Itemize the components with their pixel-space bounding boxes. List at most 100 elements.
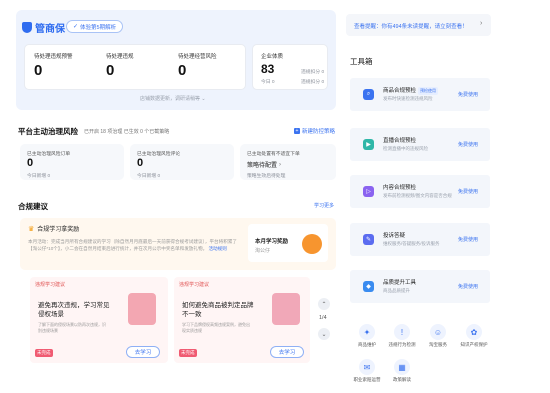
platform-card-value: 0	[27, 157, 34, 169]
tool-tag: 预检使用	[418, 86, 439, 95]
page-indicator: 1/4	[319, 315, 327, 321]
tool-use-button[interactable]: 免费使用	[458, 236, 478, 243]
recommend-card-1[interactable]: 违规学习建议 如何避免商品被判定品牌不一致 学习下品牌侵权高频违规案例，避免出现…	[174, 277, 310, 363]
tool-use-button[interactable]: 免费使用	[458, 141, 478, 148]
award-rules-link[interactable]: 活动规则	[208, 246, 226, 251]
status-badge: 未完成	[179, 349, 197, 357]
tool-desc: 发布前检测视频/图文内容是否合规	[383, 193, 452, 198]
quick-item-0[interactable]: ✦ 商品维护	[347, 324, 387, 348]
quick-label: 违规行为检测	[388, 342, 416, 347]
tool-0[interactable]: ⌕ 商品合规预检 预检使用 发布时快速检测违规风险 免费使用	[350, 78, 490, 111]
award-text-block: 本月活动：完成当月所有合规建议的学习（除自然月月底最后一天前获得合规考试建议），…	[28, 238, 240, 252]
chevron-down-icon: ⌄	[321, 331, 327, 338]
diamond-icon: ◆	[363, 281, 374, 292]
notice-banner-text: 查看提醒：你有494条未读提醒，请立刻查看！	[354, 24, 468, 30]
product-maintenance-icon: ✦	[359, 324, 375, 340]
learn-button[interactable]: 去学习	[270, 346, 304, 358]
recommend-title: 如何避免商品被判定品牌不一致	[182, 302, 254, 318]
stat-label: 待处理违规	[106, 54, 134, 60]
award-title: 合规学习拿奖励	[37, 227, 80, 233]
tool-use-button[interactable]: 免费使用	[458, 91, 478, 98]
stat-1[interactable]: 待处理违规 0	[106, 52, 166, 78]
award-reward-sub: 淘公仔	[255, 248, 271, 254]
quick-item-3[interactable]: ✿ 知识产权保护	[454, 324, 494, 348]
platform-card-value: 0	[137, 157, 144, 169]
learn-button[interactable]: 去学习	[126, 346, 160, 358]
tool-desc: 商品品质提升	[383, 288, 410, 293]
ip-protect-icon: ✿	[466, 324, 482, 340]
tool-1[interactable]: ▶ 直播合规预检 检测直播中的违规风险 免费使用	[350, 128, 490, 161]
quick-label: 商品维护	[358, 342, 376, 347]
platform-card-note: 策略生效后待处理	[247, 174, 286, 179]
experience-pill[interactable]: ✓ 体验第5期解析	[66, 20, 124, 33]
chevron-right-icon: ›	[480, 20, 483, 27]
quick-label: 知识产权保护	[460, 342, 488, 347]
quick-item-1[interactable]: ! 违规行为检测	[382, 324, 422, 348]
logo: 管商保	[22, 20, 65, 35]
video-icon: ▷	[363, 186, 374, 197]
stat-value: 0	[178, 62, 187, 79]
compliance-title: 合规建议	[18, 202, 48, 211]
quick-label: 淘宝服务	[429, 342, 447, 347]
status-badge: 未完成	[35, 349, 53, 357]
recommend-card-0[interactable]: 违规学习建议 避免再次违规，学习常见侵权场景 了解下面的侵权场景以防再次违规，识…	[30, 277, 168, 363]
score-label: 企业体质	[261, 54, 284, 60]
platform-summary: 已开启 18 项治理 已生效 0 个已截策略	[84, 129, 170, 135]
chevron-down-icon: ⌄	[201, 96, 206, 102]
crown-icon: ♛	[28, 225, 35, 233]
tool-use-button[interactable]: 免费使用	[458, 283, 478, 290]
claim-icon: ✉	[359, 359, 375, 375]
tool-name: 内容合规预检	[383, 185, 417, 191]
complaint-icon: ✎	[363, 234, 374, 245]
learn-more-link[interactable]: 学习更多	[314, 202, 334, 209]
check-icon: ✓	[73, 24, 79, 30]
quick-item-5[interactable]: ▦ 政策解读	[382, 359, 422, 383]
tool-3[interactable]: ✎ 投诉答疑 维权服务/答疑服务/投诉服务 免费使用	[350, 223, 490, 256]
platform-title: 平台主动治理风险	[18, 127, 78, 136]
tool-4[interactable]: ◆ 品质提升工具 商品品质提升 免费使用	[350, 270, 490, 303]
tool-desc: 发布时快速检测违规风险	[383, 96, 433, 101]
update-notice: 店铺数据更新，调研请稍等 ⌄	[140, 95, 206, 102]
next-page-button[interactable]: ⌄	[318, 328, 330, 340]
strategy-config-link[interactable]: 策略待配置 ›	[247, 160, 282, 170]
quick-item-2[interactable]: ☺ 淘宝服务	[418, 324, 458, 348]
stat-label: 待处理违规预警	[34, 54, 73, 60]
book-icon	[128, 293, 156, 325]
chevron-right-icon: ›	[279, 161, 282, 168]
quick-label: 政策解读	[393, 377, 411, 382]
stat-value: 0	[34, 62, 43, 79]
update-notice-text: 店铺数据更新，调研请稍等	[140, 96, 201, 102]
quick-item-4[interactable]: ✉ 职业索赔运营	[347, 359, 387, 383]
stat-0[interactable]: 待处理违规预警 0	[34, 52, 94, 78]
tool-name: 品质提升工具	[383, 280, 417, 286]
recommend-title: 避免再次违规，学习常见侵权场景	[38, 302, 110, 318]
page: 管商保 ✓ 体验第5期解析 待处理违规预警 0 待处理违规 0 待处理经营风险 …	[0, 0, 550, 393]
plus-icon: +	[294, 128, 300, 134]
tool-name: 商品合规预检	[383, 88, 417, 94]
quick-label: 职业索赔运营	[353, 377, 381, 382]
platform-card-note: 今日新增 0	[137, 174, 161, 179]
platform-card-note: 今日新增 0	[27, 174, 51, 179]
recommend-desc: 学习下品牌侵权高频违规案例，避免出现实质违规	[182, 322, 250, 333]
shield-search-icon: ⌕	[363, 89, 374, 100]
tool-2[interactable]: ▷ 内容合规预检 发布前检测视频/图文内容是否合规 免费使用	[350, 175, 490, 208]
tool-name-wrap: 商品合规预检 预检使用	[383, 86, 439, 95]
award-header: ♛ 合规学习拿奖励	[28, 224, 80, 234]
violation-detect-icon: !	[394, 324, 410, 340]
tool-use-button[interactable]: 免费使用	[458, 188, 478, 195]
policy-icon: ▦	[394, 359, 410, 375]
score-note-2: 违规扣分 0	[301, 80, 325, 85]
new-strategy-link[interactable]: + 新建防控策略	[294, 127, 335, 135]
experience-pill-label: 体验第5期解析	[80, 24, 117, 31]
stat-label: 待处理经营风险	[178, 54, 217, 60]
tool-desc: 维权服务/答疑服务/投诉服务	[383, 241, 440, 246]
service-icon: ☺	[430, 324, 446, 340]
stat-2[interactable]: 待处理经营风险 0	[178, 52, 240, 78]
score-value: 83	[261, 62, 275, 76]
recommend-tag: 违规学习建议	[35, 282, 66, 288]
prev-page-button[interactable]: ⌃	[318, 298, 330, 310]
platform-card-label: 已主动治理风险评论	[137, 152, 181, 157]
award-text: 本月活动：完成当月所有合规建议的学习（除自然月月底最后一天前获得合规考试建议），…	[28, 239, 238, 251]
platform-card-value: 策略待配置	[247, 163, 278, 169]
tool-name: 投诉答疑	[383, 233, 406, 239]
